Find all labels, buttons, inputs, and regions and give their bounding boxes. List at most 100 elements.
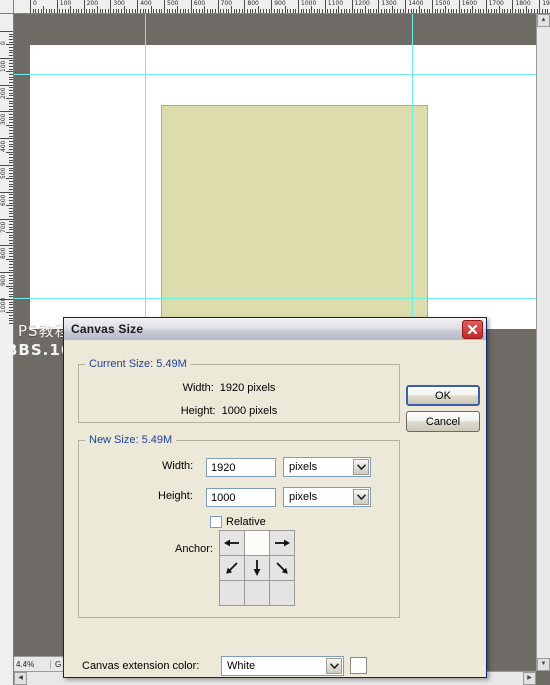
ruler-label: 500 (0, 167, 7, 179)
ruler-tick (0, 272, 13, 274)
current-width-value: 1920 pixels (219, 382, 276, 394)
artwork-fill (162, 106, 427, 328)
ruler-label: 900 (0, 274, 7, 287)
anchor-cell-bottom-left[interactable] (219, 580, 245, 606)
vertical-scrollbar[interactable]: ▲ ▼ (536, 14, 550, 671)
ruler-label: 1200 (354, 0, 370, 7)
ruler-tick (6, 258, 13, 260)
ruler-label: 300 (0, 113, 7, 126)
ruler-tick (6, 205, 13, 207)
scroll-up-arrow[interactable]: ▲ (537, 14, 550, 27)
new-width-input[interactable] (206, 458, 276, 477)
ruler-tick (257, 6, 259, 13)
ruler-tick (150, 6, 152, 13)
anchor-cell-top-left[interactable] (219, 530, 245, 556)
ruler-label: 1400 (408, 0, 424, 7)
document-status-indicator[interactable]: G (50, 659, 61, 669)
ruler-tick (445, 6, 447, 13)
ruler-tick (6, 124, 13, 126)
ruler-tick (0, 57, 13, 59)
ruler-tick (123, 6, 125, 13)
new-width-unit-select[interactable]: pixels (283, 457, 371, 477)
chevron-down-icon[interactable] (326, 658, 342, 674)
vertical-ruler[interactable]: 0 100 200 300 400 500 600 700 800 900 1000 (0, 14, 14, 685)
ruler-tick (472, 6, 474, 13)
scroll-right-arrow[interactable]: ▶ (523, 672, 536, 685)
anchor-cell-top-right[interactable] (269, 530, 295, 556)
ruler-tick (6, 151, 13, 153)
ruler-tick (0, 218, 13, 220)
new-width-unit-value: pixels (289, 461, 318, 473)
new-height-input[interactable] (206, 488, 276, 507)
ruler-label: 1100 (327, 0, 344, 7)
ruler-tick (0, 111, 13, 113)
cancel-button[interactable]: Cancel (406, 411, 480, 432)
close-icon[interactable] (462, 320, 483, 339)
ruler-tick (338, 6, 340, 13)
anchor-cell-middle-left[interactable] (219, 555, 245, 581)
ruler-tick (6, 98, 13, 99)
ruler-tick (177, 6, 179, 13)
new-width-label: Width: (162, 460, 194, 472)
anchor-row-middle (219, 555, 295, 581)
current-width-row: Width: 1920 pixels (79, 382, 379, 394)
ruler-tick (6, 71, 13, 73)
anchor-cell-middle-center[interactable] (244, 555, 270, 581)
ruler-tick (0, 84, 13, 86)
anchor-table[interactable] (219, 530, 295, 606)
ruler-label: 0 (33, 0, 37, 7)
ruler-tick (365, 6, 366, 13)
zoom-level-indicator[interactable]: 4.4% (16, 660, 46, 669)
canvas-size-dialog[interactable]: Canvas Size Current Size: 5.49M Width: 1… (63, 317, 487, 678)
ruler-tick (6, 285, 13, 287)
dialog-titlebar[interactable]: Canvas Size (64, 318, 486, 341)
ruler-label: 400 (0, 140, 7, 153)
chevron-down-icon[interactable] (353, 489, 369, 505)
ruler-tick (0, 191, 13, 193)
ruler-tick (391, 6, 393, 13)
ruler-tick (6, 232, 13, 233)
current-height-label: Height: (180, 405, 216, 417)
anchor-cell-bottom-center[interactable] (244, 580, 270, 606)
ruler-label: 1000 (301, 0, 317, 7)
scroll-left-arrow[interactable]: ◀ (14, 672, 27, 685)
anchor-grid[interactable] (219, 530, 295, 606)
ruler-tick (204, 6, 206, 13)
anchor-cell-bottom-right[interactable] (269, 580, 295, 606)
new-size-legend: New Size: 5.49M (89, 434, 173, 446)
ruler-label: 700 (0, 221, 7, 233)
ruler-label: 1500 (435, 0, 451, 7)
ok-button[interactable]: OK (406, 385, 480, 406)
relative-row[interactable]: Relative (210, 516, 266, 528)
anchor-cell-middle-right[interactable] (269, 555, 295, 581)
ruler-label: 100 (0, 60, 7, 72)
relative-checkbox[interactable] (210, 516, 222, 528)
document-canvas[interactable] (30, 45, 549, 329)
extension-color-select[interactable]: White (221, 656, 344, 676)
extension-color-swatch[interactable] (350, 657, 367, 674)
new-height-unit-select[interactable]: pixels (283, 487, 371, 507)
ruler-tick (0, 138, 13, 140)
horizontal-ruler[interactable]: 0 100 200 300 400 500 600 700 800 900 1000 1100 1200… (14, 0, 550, 14)
ruler-label: 600 (0, 194, 7, 206)
scroll-down-arrow[interactable]: ▼ (537, 658, 550, 671)
ruler-tick (499, 6, 500, 13)
ruler-tick (6, 312, 13, 314)
ruler-tick (43, 6, 45, 13)
ruler-tick (231, 6, 232, 13)
artwork-rectangle[interactable] (161, 105, 428, 329)
extension-color-value: White (227, 660, 256, 672)
dialog-content: Current Size: 5.49M Width: 1920 pixels H… (68, 342, 482, 676)
ruler-label: 1800 (515, 0, 531, 7)
ruler-label: 800 (0, 247, 7, 260)
chevron-down-icon[interactable] (353, 459, 369, 475)
anchor-cell-top-center[interactable] (244, 530, 270, 556)
anchor-row-bottom (219, 580, 295, 606)
extension-color-label: Canvas extension color: (82, 660, 200, 672)
anchor-label: Anchor: (175, 543, 213, 555)
new-height-unit-value: pixels (289, 491, 318, 503)
guide-horizontal-top[interactable] (14, 74, 550, 75)
ruler-label: 1600 (461, 0, 478, 7)
guide-horizontal-bottom[interactable] (14, 298, 550, 299)
ruler-tick (0, 31, 13, 32)
